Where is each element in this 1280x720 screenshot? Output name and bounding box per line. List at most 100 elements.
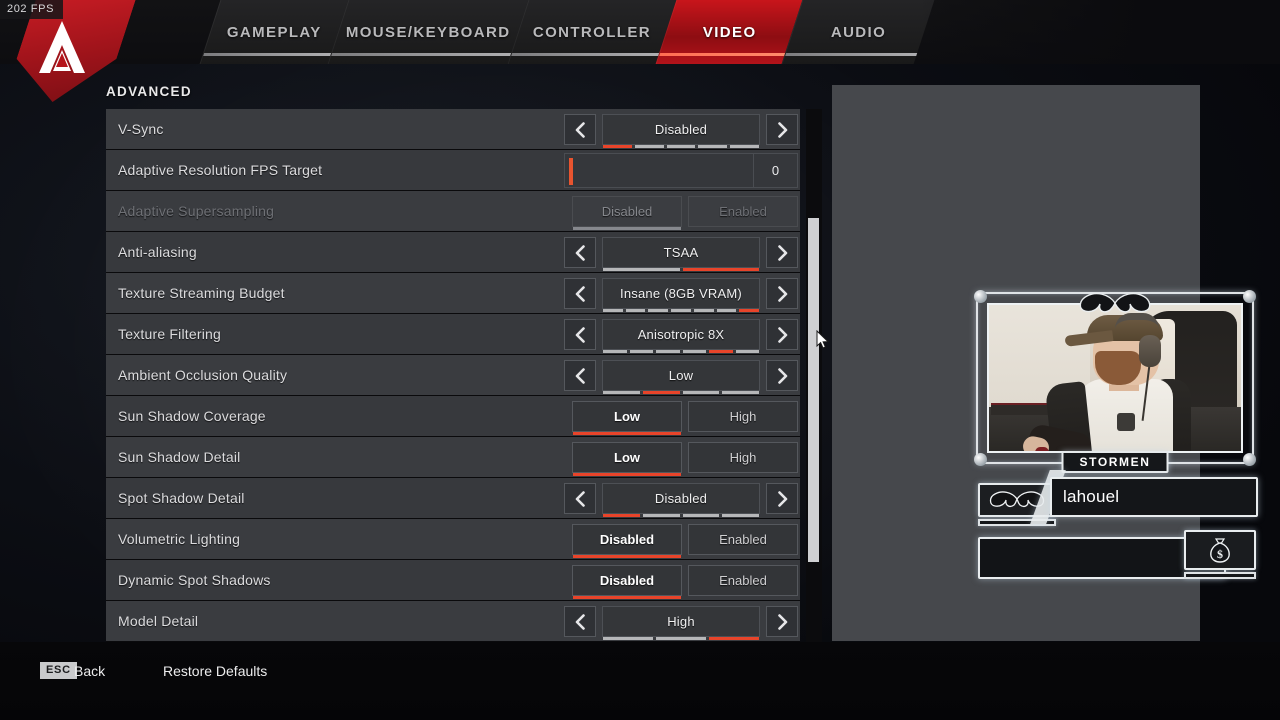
tab-gameplay[interactable]: GAMEPLAY xyxy=(199,0,349,64)
toggle-option-disabled: Disabled xyxy=(572,196,682,230)
setting-value: High xyxy=(667,614,695,629)
chevron-left-icon[interactable] xyxy=(564,606,596,637)
level-segment xyxy=(634,145,664,148)
user-name: lahouel xyxy=(1063,487,1120,506)
toggle-label: Enabled xyxy=(719,532,767,547)
chevron-left-icon[interactable] xyxy=(564,237,596,268)
setting-label: Sun Shadow Detail xyxy=(118,449,241,465)
setting-control: Low High xyxy=(566,440,798,476)
fps-target-slider[interactable] xyxy=(564,153,754,188)
chevron-right-icon[interactable] xyxy=(766,483,798,514)
setting-control: Low xyxy=(564,358,798,394)
chevron-right-icon[interactable] xyxy=(766,278,798,309)
setting-level-indicator xyxy=(603,391,759,394)
toggle-option-enabled[interactable]: Enabled xyxy=(688,524,798,555)
setting-row-texture-filtering: Texture Filtering Anisotropic 8X xyxy=(106,314,800,355)
esc-key-hint: ESC xyxy=(40,662,77,679)
setting-value: Anisotropic 8X xyxy=(637,327,725,342)
chevron-right-icon[interactable] xyxy=(766,237,798,268)
setting-level-indicator xyxy=(603,637,759,640)
setting-value-box[interactable]: High xyxy=(602,606,760,640)
tab-video[interactable]: VIDEO xyxy=(655,0,803,64)
toggle-option-disabled[interactable]: Disabled xyxy=(572,565,682,599)
fps-counter: 202 FPS xyxy=(0,0,64,19)
frame-corner-screw xyxy=(974,290,987,303)
webcam-feed xyxy=(987,303,1243,453)
setting-level-indicator xyxy=(603,350,759,353)
chevron-right-icon[interactable] xyxy=(766,360,798,391)
toggle-label: High xyxy=(729,409,757,424)
setting-row-anti-aliasing: Anti-aliasing TSAA xyxy=(106,232,800,273)
toggle-option-disabled[interactable]: Disabled xyxy=(572,524,682,558)
setting-row-adaptive-resolution-fps-target: Adaptive Resolution FPS Target 0 xyxy=(106,150,800,191)
chevron-left-icon[interactable] xyxy=(564,278,596,309)
chevron-left-icon[interactable] xyxy=(564,114,596,145)
toggle-label: Low xyxy=(614,409,640,424)
toggle-option-enabled[interactable]: Enabled xyxy=(688,565,798,596)
setting-row-model-detail: Model Detail High xyxy=(106,601,800,642)
chevron-right-icon[interactable] xyxy=(766,319,798,350)
setting-row-sun-shadow-detail: Sun Shadow Detail Low High xyxy=(106,437,800,478)
setting-control: Low High xyxy=(566,399,798,435)
level-segment xyxy=(698,145,728,148)
level-segment xyxy=(603,514,640,517)
setting-label: Anti-aliasing xyxy=(118,244,197,260)
stream-overlay: STORMEN lahouel $ xyxy=(966,280,1268,580)
setting-row-volumetric-lighting: Volumetric Lighting Disabled Enabled xyxy=(106,519,800,560)
chevron-right-icon[interactable] xyxy=(766,114,798,145)
tab-label: VIDEO xyxy=(702,23,757,41)
setting-label: Spot Shadow Detail xyxy=(118,490,245,506)
chevron-left-icon[interactable] xyxy=(564,483,596,514)
setting-row-spot-shadow-detail: Spot Shadow Detail Disabled xyxy=(106,478,800,519)
chevron-left-icon[interactable] xyxy=(564,360,596,391)
setting-value-box[interactable]: Disabled xyxy=(602,114,760,148)
level-segment xyxy=(629,350,653,353)
setting-control: 0 xyxy=(564,153,798,188)
mustache-icon xyxy=(1076,290,1154,314)
footer-bar xyxy=(0,642,1280,720)
slider-value: 0 xyxy=(754,153,798,188)
toggle-option-high[interactable]: High xyxy=(688,401,798,432)
top-navigation-bar: GAMEPLAY MOUSE/KEYBOARD CONTROLLER VIDEO AUD… xyxy=(0,0,1280,64)
setting-value: Disabled xyxy=(654,122,708,137)
toggle-label: High xyxy=(729,450,757,465)
setting-label: Adaptive Resolution FPS Target xyxy=(118,162,323,178)
toggle-option-low[interactable]: Low xyxy=(572,442,682,476)
toggle-label: Enabled xyxy=(719,204,767,219)
slider-handle[interactable] xyxy=(569,158,573,185)
setting-value-box[interactable]: Anisotropic 8X xyxy=(602,319,760,353)
level-segment xyxy=(693,309,714,312)
toggle-option-high[interactable]: High xyxy=(688,442,798,473)
setting-control: Disabled Enabled xyxy=(566,522,798,558)
setting-level-indicator xyxy=(603,145,759,148)
setting-label: Sun Shadow Coverage xyxy=(118,408,266,424)
tab-controller[interactable]: CONTROLLER xyxy=(507,0,677,64)
chevron-right-icon[interactable] xyxy=(766,606,798,637)
user-name-bar: lahouel xyxy=(1050,477,1258,517)
setting-value-box[interactable]: Low xyxy=(602,360,760,394)
toggle-label: Disabled xyxy=(599,532,655,547)
level-segment xyxy=(722,514,759,517)
setting-value: Disabled xyxy=(654,491,708,506)
back-button[interactable]: Back xyxy=(74,663,105,679)
tab-label: CONTROLLER xyxy=(533,23,652,41)
toggle-option-low[interactable]: Low xyxy=(572,401,682,435)
tab-mouse-keyboard[interactable]: MOUSE/KEYBOARD xyxy=(327,0,529,64)
chevron-left-icon[interactable] xyxy=(564,319,596,350)
level-segment xyxy=(730,145,759,148)
setting-control: High xyxy=(564,604,798,640)
setting-value: Low xyxy=(668,368,694,383)
setting-value-box[interactable]: Insane (8GB VRAM) xyxy=(602,278,760,312)
frame-corner-screw xyxy=(974,453,987,466)
restore-defaults-button[interactable]: Restore Defaults xyxy=(163,663,267,679)
level-segment xyxy=(739,309,760,312)
setting-value-box[interactable]: TSAA xyxy=(602,237,760,271)
svg-text:$: $ xyxy=(1217,547,1223,561)
level-segment xyxy=(603,391,640,394)
scrollbar-thumb[interactable] xyxy=(808,218,819,562)
setting-label: Volumetric Lighting xyxy=(118,531,241,547)
setting-label: V-Sync xyxy=(118,121,164,137)
tab-audio[interactable]: AUDIO xyxy=(781,0,935,64)
level-segment xyxy=(709,350,733,353)
setting-value-box[interactable]: Disabled xyxy=(602,483,760,517)
